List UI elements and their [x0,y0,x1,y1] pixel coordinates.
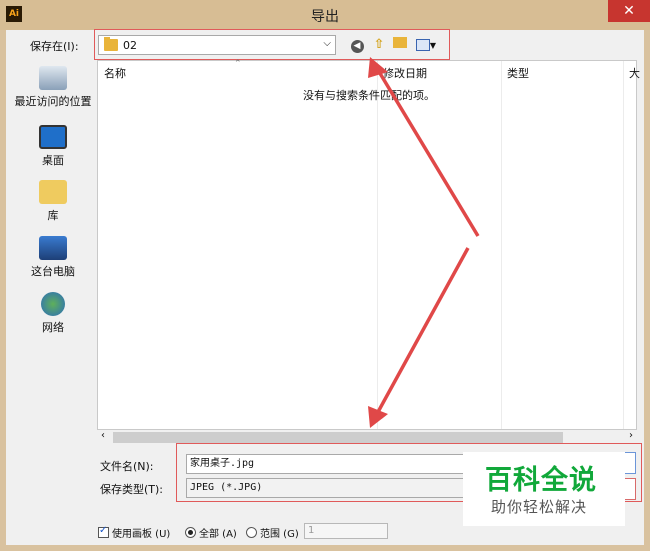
arrow-to-save-in [376,69,480,237]
annotation-arrows [368,57,480,428]
arrow-to-file-fields [376,247,470,413]
arrowhead-up [368,57,388,78]
